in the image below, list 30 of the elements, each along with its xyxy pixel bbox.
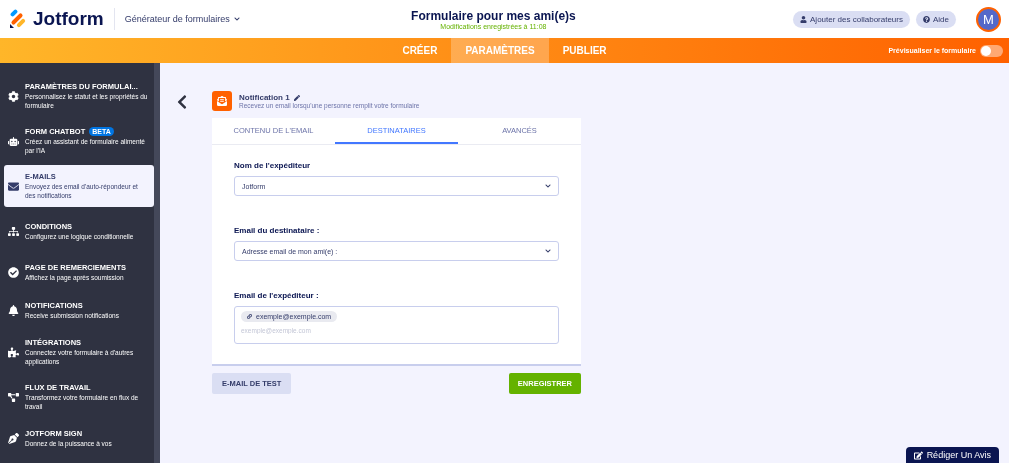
user-avatar[interactable]: M	[976, 6, 1001, 32]
builder-menu[interactable]: Générateur de formulaires	[124, 14, 240, 24]
user-icon	[800, 15, 808, 23]
edit-icon[interactable]	[293, 94, 300, 101]
field-label: Email du destinataire :	[234, 226, 321, 235]
puzzle-icon	[8, 346, 19, 358]
notification-title: Notification 1	[239, 93, 290, 102]
add-collaborators-button[interactable]: Ajouter des collaborateurs	[793, 10, 910, 28]
logo-icon	[8, 9, 28, 29]
review-button[interactable]: Rédiger Un Avis	[905, 447, 999, 463]
bell-icon	[8, 305, 19, 316]
pen-icon	[8, 433, 19, 444]
envelope-icon	[212, 91, 232, 111]
field-label: Nom de l'expéditeur	[234, 161, 312, 170]
preview-toggle[interactable]	[980, 44, 1003, 57]
link-icon	[247, 314, 252, 319]
help-button[interactable]: Aide	[916, 10, 956, 28]
flowchart-icon	[8, 391, 19, 403]
settings-icon	[8, 90, 19, 102]
logo-text: Jotform	[33, 8, 104, 30]
chevron-down-icon	[233, 16, 240, 22]
hierarchy-icon	[8, 225, 19, 237]
chevron-down-icon	[545, 248, 551, 254]
chevron-down-icon	[545, 183, 551, 189]
field-label: Email de l'expéditeur :	[234, 291, 320, 300]
form-title: Formulaire pour mes ami(e)s	[411, 8, 576, 23]
edit-icon	[913, 450, 923, 460]
envelope-icon	[8, 180, 19, 192]
robot-icon	[8, 135, 19, 147]
help-icon	[923, 15, 930, 23]
